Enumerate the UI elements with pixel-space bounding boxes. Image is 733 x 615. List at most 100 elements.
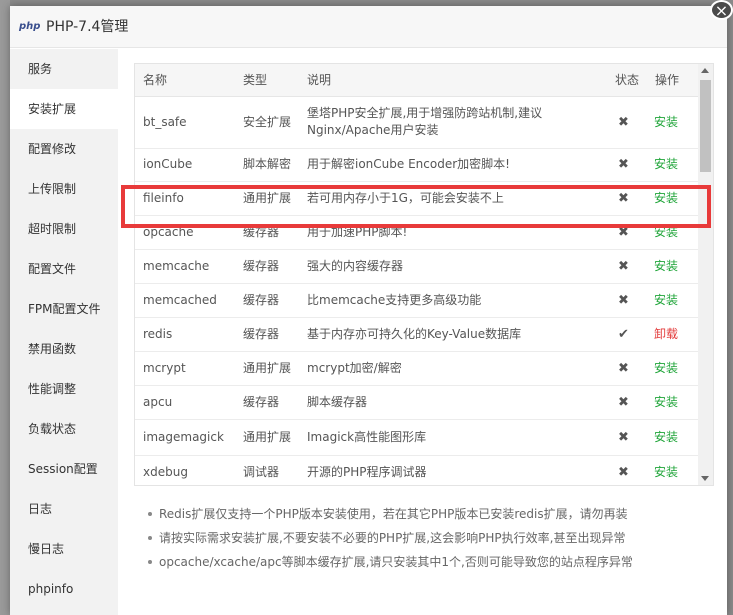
sidebar-nav: 服务 安装扩展 配置修改 上传限制 超时限制 配置文件 FPM配置文件 禁用函数 性能调整 负载状… [10,49,118,615]
ext-name-cell: opcache [135,215,235,250]
ext-type-cell: 缓存器 [235,317,299,352]
ext-name-cell: xdebug [135,455,235,485]
table-row: xdebug 调试器 开源的PHP程序调试器 ✖ 安装 [135,455,699,485]
extensions-panel: 名称 类型 说明 状态 操作 bt_safe 安全扩展 堡塔PHP安全扩展,用于增强… [118,49,727,615]
sidebar-item[interactable]: 日志 [10,489,118,529]
ext-action-cell: 安装 [647,249,699,284]
column-header-name: 名称 [135,64,235,97]
ext-desc-cell: 比memcache支持更多高级功能 [299,283,607,318]
ext-desc-cell: 堡塔PHP安全扩展,用于增强防跨站机制,建议Nginx/Apache用户安装 [299,96,607,149]
close-dialog-button[interactable]: × [710,0,733,20]
install-link[interactable]: 安装 [654,430,678,444]
dialog-title: PHP-7.4管理 [46,19,129,35]
ext-name-cell: fileinfo [135,181,235,216]
ext-status-icon: ✔ [607,317,647,352]
help-notes: Redis扩展仅支持一个PHP版本安装使用，若在其它PHP版本已安装redis扩… [148,506,708,578]
ext-type-cell: 通用扩展 [235,419,299,456]
ext-name-cell: ionCube [135,148,235,182]
table-row: memcache 缓存器 强大的内容缓存器 ✖ 安装 [135,249,699,284]
column-header-type: 类型 [235,64,299,97]
ext-status-icon: ✖ [607,181,647,216]
note-item: opcache/xcache/apc等脚本缓存扩展,请只安装其中1个,否则可能导… [148,554,708,570]
install-link[interactable]: 安装 [654,465,678,479]
table-row: imagemagick 通用扩展 Imagick高性能图形库 ✖ 安装 [135,419,699,456]
ext-status-icon: ✖ [607,148,647,182]
install-link[interactable]: 安装 [654,225,678,239]
ext-status-icon: ✖ [607,283,647,318]
ext-status-icon: ✖ [607,215,647,250]
ext-action-cell: 安装 [647,351,699,386]
ext-type-cell: 通用扩展 [235,351,299,386]
table-row: apcu 缓存器 脚本缓存器 ✖ 安装 [135,385,699,420]
table-row: bt_safe 安全扩展 堡塔PHP安全扩展,用于增强防跨站机制,建议Nginx/A… [135,96,699,149]
ext-name-cell: memcached [135,283,235,318]
sidebar-item[interactable]: FPM配置文件 [10,289,118,329]
sidebar-item[interactable]: 安装扩展 [10,89,118,129]
ext-type-cell: 缓存器 [235,249,299,284]
sidebar-item[interactable]: phpinfo [10,569,118,609]
ext-status-icon: ✖ [607,249,647,284]
ext-desc-cell: 开源的PHP程序调试器 [299,455,607,485]
sidebar-item[interactable]: 性能调整 [10,369,118,409]
ext-type-cell: 脚本解密 [235,148,299,182]
ext-action-cell: 安装 [647,181,699,216]
php-logo-icon: php [19,21,41,32]
ext-desc-cell: 用于加速PHP脚本! [299,215,607,250]
sidebar-item[interactable]: 服务 [10,49,118,89]
ext-action-cell: 安装 [647,283,699,318]
install-link[interactable]: 安装 [654,115,678,129]
ext-status-icon: ✖ [607,419,647,456]
ext-status-icon: ✖ [607,385,647,420]
table-row: memcached 缓存器 比memcache支持更多高级功能 ✖ 安装 [135,283,699,318]
ext-name-cell: memcache [135,249,235,284]
ext-name-cell: bt_safe [135,96,235,149]
sidebar-item[interactable]: 禁用函数 [10,329,118,369]
install-link[interactable]: 安装 [654,293,678,307]
table-header-row: 名称 类型 说明 状态 操作 [135,64,699,97]
install-link[interactable]: 安装 [654,191,678,205]
install-link[interactable]: 安装 [654,259,678,273]
php-manager-dialog: php PHP-7.4管理 服务 安装扩展 配置修改 上传限制 超时限制 配置文件 FPM配… [10,6,727,615]
install-link[interactable]: 安装 [654,361,678,375]
ext-action-cell: 安装 [647,215,699,250]
install-link[interactable]: 安装 [654,395,678,409]
ext-action-cell: 安装 [647,96,699,149]
sidebar-item[interactable]: 配置文件 [10,249,118,289]
sidebar-item[interactable]: 负载状态 [10,409,118,449]
ext-desc-cell: 若可用内存小于1G，可能会安装不上 [299,181,607,216]
sidebar-item[interactable]: 上传限制 [10,169,118,209]
table-scrollbar[interactable] [698,64,713,485]
uninstall-link[interactable]: 卸载 [654,327,678,341]
ext-name-cell: redis [135,317,235,352]
column-header-action: 操作 [647,64,699,97]
dialog-titlebar: php PHP-7.4管理 [10,6,727,48]
ext-desc-cell: 强大的内容缓存器 [299,249,607,284]
ext-action-cell: 安装 [647,455,699,485]
scroll-thumb[interactable] [700,80,711,172]
sidebar-item[interactable]: Session配置 [10,449,118,489]
sidebar-item[interactable]: 配置修改 [10,129,118,169]
ext-status-icon: ✖ [607,455,647,485]
scroll-up-arrow-icon[interactable] [701,68,709,73]
ext-type-cell: 缓存器 [235,385,299,420]
background-page-edge [0,0,10,615]
ext-desc-cell: 用于解密ionCube Encoder加密脚本! [299,148,607,182]
sidebar-item[interactable]: 超时限制 [10,209,118,249]
extensions-table: 名称 类型 说明 状态 操作 bt_safe 安全扩展 堡塔PHP安全扩展,用于增强… [135,64,699,485]
table-row: mcrypt 通用扩展 mcrypt加密/解密 ✖ 安装 [135,351,699,386]
table-row: fileinfo 通用扩展 若可用内存小于1G，可能会安装不上 ✖ 安装 [135,181,699,216]
note-item: Redis扩展仅支持一个PHP版本安装使用，若在其它PHP版本已安装redis扩… [148,506,708,522]
note-item: 请按实际需求安装扩展,不要安装不必要的PHP扩展,这会影响PHP执行效率,甚至出… [148,530,708,546]
ext-status-icon: ✖ [607,351,647,386]
scroll-down-arrow-icon[interactable] [701,476,709,481]
ext-type-cell: 通用扩展 [235,181,299,216]
ext-action-cell: 安装 [647,385,699,420]
ext-desc-cell: mcrypt加密/解密 [299,351,607,386]
ext-type-cell: 调试器 [235,455,299,485]
extensions-table-container[interactable]: 名称 类型 说明 状态 操作 bt_safe 安全扩展 堡塔PHP安全扩展,用于增强… [134,63,714,486]
install-link[interactable]: 安装 [654,157,678,171]
sidebar-item[interactable]: 慢日志 [10,529,118,569]
ext-type-cell: 缓存器 [235,283,299,318]
ext-desc-cell: Imagick高性能图形库 [299,419,607,456]
column-header-desc: 说明 [299,64,607,97]
